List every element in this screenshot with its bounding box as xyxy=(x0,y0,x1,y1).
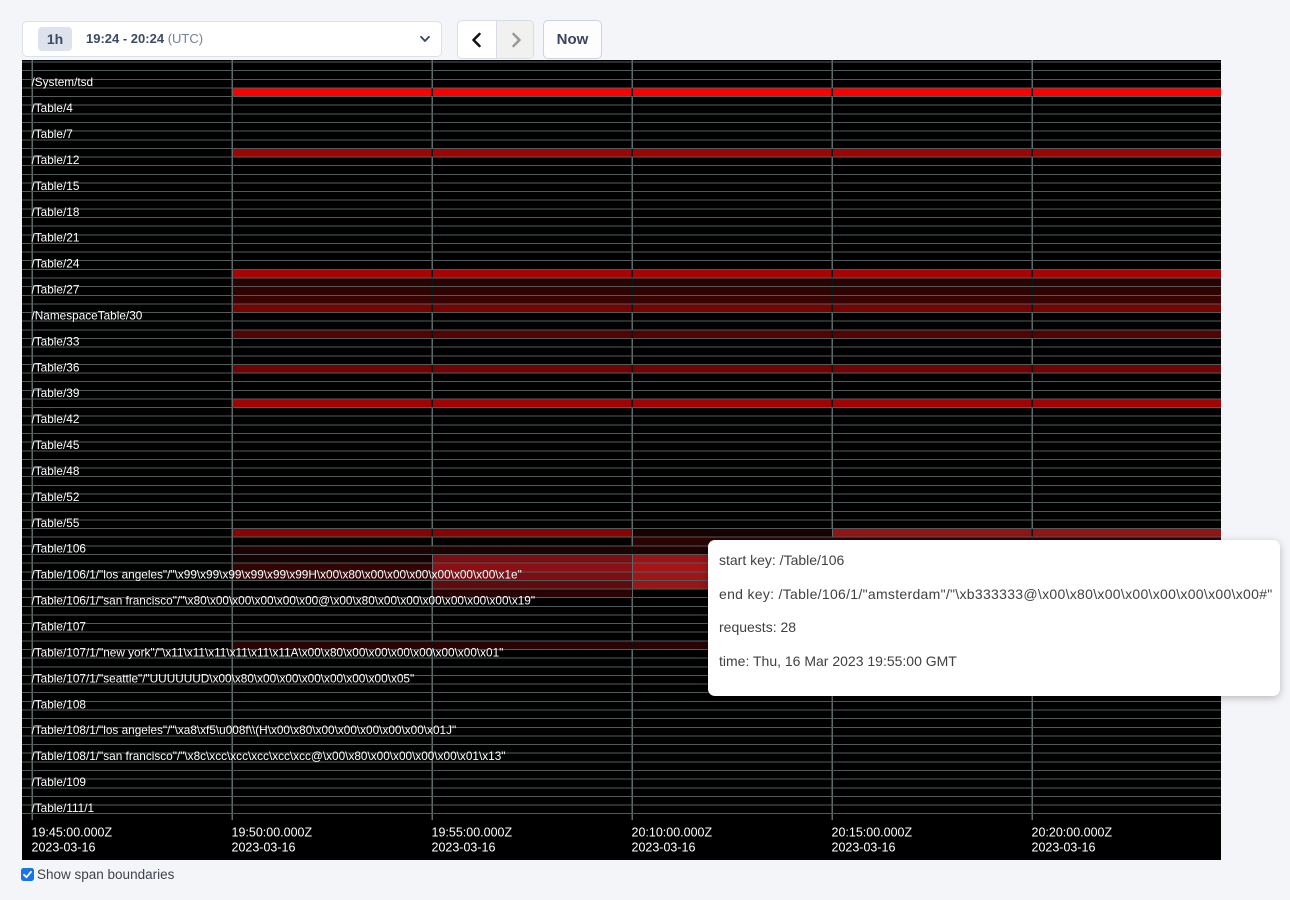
svg-text:/Table/48: /Table/48 xyxy=(32,464,80,478)
svg-text:/Table/18: /Table/18 xyxy=(32,205,80,219)
svg-text:/NamespaceTable/30: /NamespaceTable/30 xyxy=(32,308,143,322)
svg-text:19:55:00.000Z: 19:55:00.000Z xyxy=(432,826,513,840)
svg-text:2023-03-16: 2023-03-16 xyxy=(32,841,96,855)
svg-text:/Table/27: /Table/27 xyxy=(32,283,80,297)
svg-text:2023-03-16: 2023-03-16 xyxy=(232,841,296,855)
svg-text:/Table/109: /Table/109 xyxy=(32,775,86,789)
svg-text:/Table/107/1/"new york"/"\x11\: /Table/107/1/"new york"/"\x11\x11\x11\x1… xyxy=(32,645,504,659)
svg-text:20:10:00.000Z: 20:10:00.000Z xyxy=(632,826,713,840)
svg-text:/Table/111/1: /Table/111/1 xyxy=(32,801,95,815)
svg-text:/Table/42: /Table/42 xyxy=(32,412,80,426)
svg-text:/Table/4: /Table/4 xyxy=(32,101,74,115)
svg-text:2023-03-16: 2023-03-16 xyxy=(1032,841,1096,855)
svg-text:/Table/36: /Table/36 xyxy=(32,360,80,374)
svg-text:/Table/108/1/"san francisco"/": /Table/108/1/"san francisco"/"\x8c\xcc\x… xyxy=(32,749,506,763)
svg-text:19:50:00.000Z: 19:50:00.000Z xyxy=(232,826,313,840)
svg-text:/Table/52: /Table/52 xyxy=(32,490,80,504)
svg-text:/Table/55: /Table/55 xyxy=(32,516,80,530)
svg-text:/Table/107: /Table/107 xyxy=(32,620,86,634)
svg-text:/Table/33: /Table/33 xyxy=(32,334,80,348)
svg-text:/System/tsd: /System/tsd xyxy=(32,75,94,89)
svg-text:/Table/108: /Table/108 xyxy=(32,697,87,711)
svg-text:/Table/45: /Table/45 xyxy=(32,438,80,452)
svg-text:/Table/107/1/"seattle"/"UUUUUU: /Table/107/1/"seattle"/"UUUUUUD\x00\x80\… xyxy=(32,671,415,685)
svg-text:/Table/106: /Table/106 xyxy=(32,542,87,556)
svg-text:20:20:00.000Z: 20:20:00.000Z xyxy=(1032,826,1113,840)
svg-text:2023-03-16: 2023-03-16 xyxy=(432,841,496,855)
svg-text:20:15:00.000Z: 20:15:00.000Z xyxy=(832,826,913,840)
svg-text:/Table/106/1/"san francisco"/": /Table/106/1/"san francisco"/"\x80\x00\x… xyxy=(32,594,536,608)
svg-text:/Table/21: /Table/21 xyxy=(32,231,80,245)
svg-text:/Table/108/1/"los angeles"/"\x: /Table/108/1/"los angeles"/"\xa8\xf5\u00… xyxy=(32,723,457,737)
svg-text:2023-03-16: 2023-03-16 xyxy=(832,841,896,855)
svg-text:/Table/12: /Table/12 xyxy=(32,153,80,167)
svg-text:2023-03-16: 2023-03-16 xyxy=(632,841,696,855)
svg-text:19:45:00.000Z: 19:45:00.000Z xyxy=(32,826,113,840)
svg-text:/Table/106/1/"los angeles"/"\x: /Table/106/1/"los angeles"/"\x99\x99\x99… xyxy=(32,568,522,582)
svg-text:/Table/39: /Table/39 xyxy=(32,386,80,400)
svg-text:/Table/7: /Table/7 xyxy=(32,127,73,141)
svg-text:/Table/15: /Table/15 xyxy=(32,179,80,193)
svg-text:/Table/24: /Table/24 xyxy=(32,257,80,271)
